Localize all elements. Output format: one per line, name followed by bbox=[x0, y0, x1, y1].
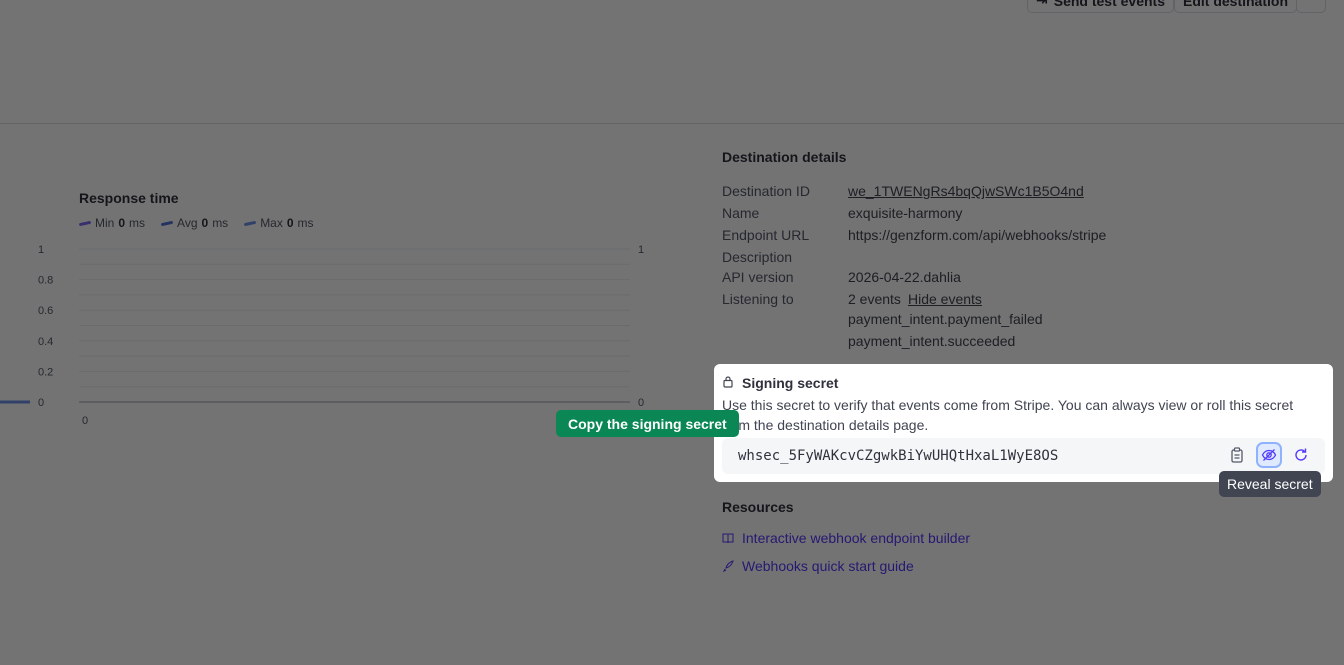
copy-signing-secret-tooltip-text: Copy the signing secret bbox=[568, 415, 727, 432]
hide-events-link[interactable]: Hide events bbox=[908, 291, 982, 307]
legend-label-min: Min bbox=[95, 216, 115, 230]
legend-value-max: 0 bbox=[286, 216, 294, 230]
chart-title: Response time bbox=[79, 190, 179, 206]
header-divider bbox=[0, 123, 1344, 124]
legend-swatch-min bbox=[78, 220, 92, 226]
legend-value-min: 0 bbox=[118, 216, 126, 230]
label-name: Name bbox=[722, 205, 760, 221]
edit-destination-label: Edit destination bbox=[1183, 0, 1288, 9]
legend-swatch-max bbox=[244, 220, 257, 226]
right-axis-tick-label: 1 bbox=[638, 244, 644, 256]
response-time-chart: 1 0.8 0.6 0.4 0.2 0 1 0 0 bbox=[0, 244, 644, 427]
events-count-value: 2 events bbox=[848, 291, 901, 307]
right-axis-tick-label: 0 bbox=[638, 397, 644, 409]
legend-unit-min: ms bbox=[129, 216, 146, 230]
resource-link-endpoint-builder[interactable]: Interactive webhook endpoint builder bbox=[722, 530, 970, 546]
resource-link-label: Interactive webhook endpoint builder bbox=[742, 530, 971, 546]
refresh-icon bbox=[1295, 448, 1307, 461]
resource-link-label: Webhooks quick start guide bbox=[742, 558, 914, 574]
reveal-secret-button[interactable] bbox=[1256, 442, 1282, 468]
secret-value[interactable]: whsec_5FyWAKcvCZgwkBiYwUHQtHxaL1WyE8OS bbox=[738, 448, 1058, 464]
send-test-events-label: Send test events bbox=[1053, 0, 1165, 9]
reveal-secret-tooltip: Reveal secret bbox=[1219, 471, 1321, 497]
label-endpoint-url: Endpoint URL bbox=[722, 227, 810, 243]
destination-id-value[interactable]: we_1TWENgRs4bqQjwSWc1B5O4nd bbox=[848, 183, 1084, 199]
name-value: exquisite-harmony bbox=[848, 205, 963, 221]
clipboard-icon bbox=[1231, 447, 1243, 463]
copy-signing-secret-tooltip: Copy the signing secret bbox=[556, 410, 739, 437]
left-axis-tick-label: 0.2 bbox=[38, 366, 53, 378]
resource-link-quick-start[interactable]: Webhooks quick start guide bbox=[722, 558, 914, 574]
legend-item-avg: Avg 0 ms bbox=[160, 216, 229, 230]
api-version-value: 2026-04-22.dahlia bbox=[848, 269, 961, 285]
event-item: payment_intent.succeeded bbox=[848, 333, 1016, 349]
send-test-events-button[interactable]: ⇥ Send test events bbox=[1027, 0, 1174, 13]
signing-secret-description: Use this secret to verify that events co… bbox=[722, 397, 1294, 413]
book-icon bbox=[722, 533, 734, 544]
event-item: payment_intent.payment_failed bbox=[848, 311, 1043, 327]
rocket-icon bbox=[722, 560, 734, 572]
arrow-icon: ⇥ bbox=[1036, 0, 1048, 8]
left-axis-tick-label: 1 bbox=[38, 244, 44, 256]
copy-secret-button[interactable] bbox=[1226, 444, 1248, 466]
left-axis-tick-label: 0 bbox=[38, 397, 44, 409]
legend-label-max: Max bbox=[260, 216, 283, 230]
edit-destination-button[interactable]: Edit destination bbox=[1174, 0, 1297, 13]
resources-title: Resources bbox=[722, 499, 794, 515]
left-axis-tick-label: 0.6 bbox=[38, 305, 53, 317]
left-axis-tick-label: 0.4 bbox=[38, 336, 53, 348]
legend-value-avg: 0 bbox=[201, 216, 209, 230]
left-axis-tick-label: 0.8 bbox=[38, 275, 53, 287]
label-destination-id: Destination ID bbox=[722, 183, 810, 199]
endpoint-url-value: https://genzform.com/api/webhooks/stripe bbox=[848, 227, 1107, 243]
legend-swatch-avg bbox=[160, 220, 174, 226]
roll-secret-button[interactable] bbox=[1290, 444, 1312, 466]
x-tick-label: 0 bbox=[82, 415, 88, 427]
legend-unit-avg: ms bbox=[212, 216, 229, 230]
signing-secret-title: Signing secret bbox=[742, 375, 839, 391]
eye-off-icon bbox=[1261, 449, 1277, 461]
signing-secret-description-2: from the destination details page. bbox=[722, 417, 929, 433]
reveal-secret-tooltip-text: Reveal secret bbox=[1227, 476, 1313, 492]
destination-details-title: Destination details bbox=[722, 149, 847, 165]
legend-label-avg: Avg bbox=[177, 216, 198, 230]
legend-item-max: Max 0 ms bbox=[244, 216, 314, 230]
label-description: Description bbox=[722, 249, 793, 265]
legend-unit-max: ms bbox=[297, 216, 314, 230]
lock-icon bbox=[722, 375, 734, 391]
label-listening-to: Listening to bbox=[722, 291, 794, 307]
label-api-version: API version bbox=[722, 269, 794, 285]
chart-legend: Min 0 ms Avg 0 ms Max 0 ms bbox=[78, 216, 314, 230]
legend-item-min: Min 0 ms bbox=[78, 216, 146, 230]
more-options-button[interactable] bbox=[1296, 0, 1326, 13]
